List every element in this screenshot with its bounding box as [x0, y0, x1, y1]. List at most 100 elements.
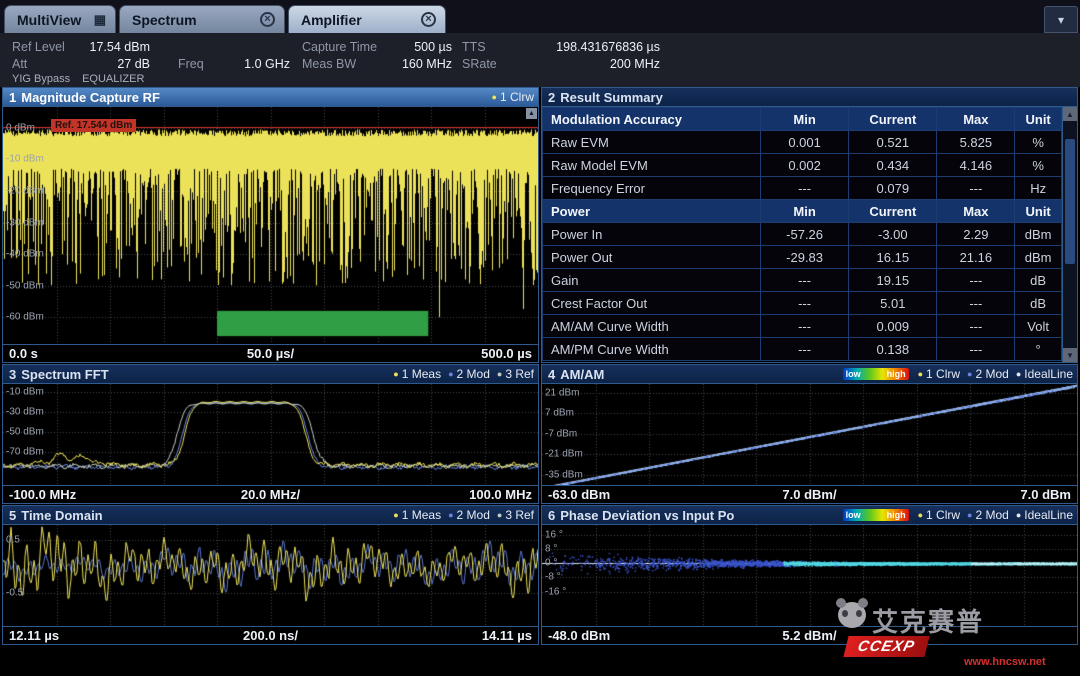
- setting-value[interactable]: 17.54 dBm: [90, 40, 150, 54]
- window-am-am[interactable]: 4 AM/AM lowhigh●1 Clrw●2 Mod●IdealLine 2…: [541, 364, 1078, 504]
- window-title: AM/AM: [560, 367, 604, 382]
- result-section-header-row: Modulation AccuracyMinCurrentMaxUnit: [543, 108, 1062, 131]
- x-axis: 0.0 s 50.0 µs/ 500.0 µs: [3, 344, 538, 362]
- gradient-high-label: high: [887, 370, 906, 379]
- ref-level-marker: Ref. 17.544 dBm: [51, 119, 136, 132]
- close-icon[interactable]: ×: [421, 12, 436, 27]
- legend-label: IdealLine: [1024, 367, 1073, 381]
- trace-dot-icon: ●: [967, 370, 972, 379]
- tab-bar: MultiView ▦ Spectrum × Amplifier × ▾: [0, 0, 1080, 33]
- window-time-domain[interactable]: 5 Time Domain ●1 Meas●2 Mod●3 Ref 0.5-0.…: [2, 505, 539, 645]
- window-number: 1: [9, 90, 16, 105]
- result-value-cell: 0.009: [849, 315, 937, 338]
- phase-scatter-canvas[interactable]: [542, 525, 1077, 626]
- hardware-status-labels: YIG Bypass EQUALIZER: [12, 73, 144, 85]
- result-value-cell: %: [1015, 131, 1062, 154]
- settings-group-capture: Capture Time 500 µs Meas BW 160 MHz: [302, 38, 452, 72]
- time-domain-plot-area[interactable]: 0.5-0.5: [3, 525, 538, 626]
- result-value-cell: ---: [937, 315, 1015, 338]
- tab-amplifier[interactable]: Amplifier ×: [288, 5, 446, 33]
- result-summary-table: Modulation AccuracyMinCurrentMaxUnit Raw …: [542, 107, 1062, 361]
- window-title-bar[interactable]: 5 Time Domain ●1 Meas●2 Mod●3 Ref: [3, 506, 538, 525]
- gradient-low-label: low: [846, 370, 861, 379]
- tab-multiview[interactable]: MultiView ▦: [4, 5, 116, 33]
- window-phase-deviation[interactable]: 6 Phase Deviation vs Input Po lowhigh●1 …: [541, 505, 1078, 645]
- scroll-up-icon[interactable]: ▲: [1063, 107, 1078, 121]
- window-title-bar[interactable]: 2 Result Summary: [542, 88, 1077, 107]
- legend-item: ●1 Meas: [393, 508, 441, 522]
- legend-item: ●2 Mod: [967, 508, 1009, 522]
- result-value-cell: ---: [937, 292, 1015, 315]
- window-number: 2: [548, 90, 555, 105]
- tab-overflow-button[interactable]: ▾: [1044, 6, 1078, 33]
- window-result-summary[interactable]: 2 Result Summary Modulation AccuracyMinC…: [541, 87, 1078, 363]
- column-header-cell: Min: [760, 200, 848, 223]
- window-title-bar[interactable]: 1 Magnitude Capture RF ●1 Clrw: [3, 88, 538, 107]
- multiview-grid-icon: ▦: [94, 12, 106, 28]
- legend-item: ●IdealLine: [1016, 508, 1073, 522]
- column-header-cell: Max: [937, 200, 1015, 223]
- setting-value[interactable]: 500 µs: [414, 40, 452, 54]
- legend-label: 1 Clrw: [926, 367, 960, 381]
- result-name-cell: Raw Model EVM: [543, 154, 761, 177]
- gradient-low-label: low: [846, 511, 861, 520]
- close-icon[interactable]: ×: [260, 12, 275, 27]
- window-magnitude-capture[interactable]: 1 Magnitude Capture RF ●1 Clrw 0 dBm-10 …: [2, 87, 539, 363]
- setting-meas-bw: Meas BW 160 MHz: [302, 55, 452, 72]
- window-title-bar[interactable]: 3 Spectrum FFT ●1 Meas●2 Mod●3 Ref: [3, 365, 538, 384]
- legend-item: ●1 Meas: [393, 367, 441, 381]
- amam-plot-area[interactable]: 21 dBm7 dBm-7 dBm-21 dBm-35 dBm: [542, 384, 1077, 485]
- window-title: Phase Deviation vs Input Po: [560, 508, 734, 523]
- setting-att: Att 27 dB: [12, 55, 150, 72]
- tab-spectrum[interactable]: Spectrum ×: [119, 5, 285, 33]
- setting-value[interactable]: 200 MHz: [610, 57, 660, 71]
- fft-plot-area[interactable]: -10 dBm-30 dBm-50 dBm-70 dBm: [3, 384, 538, 485]
- column-header-cell: Max: [937, 108, 1015, 131]
- legend-item: ●1 Clrw: [492, 90, 534, 104]
- window-title-bar[interactable]: 4 AM/AM lowhigh●1 Clrw●2 Mod●IdealLine: [542, 365, 1077, 384]
- result-value-cell: dB: [1015, 292, 1062, 315]
- x-axis-start: 0.0 s: [9, 346, 38, 361]
- trace-dot-icon: ●: [497, 370, 502, 379]
- chevron-down-icon: ▾: [1058, 13, 1064, 27]
- scroll-down-icon[interactable]: ▼: [1063, 348, 1078, 362]
- legend-label: 1 Clrw: [500, 90, 534, 104]
- result-value-cell: ---: [760, 269, 848, 292]
- column-header-cell: Unit: [1015, 108, 1062, 131]
- time-domain-canvas[interactable]: [3, 525, 538, 626]
- magnitude-trace-canvas[interactable]: [3, 107, 538, 344]
- column-header-cell: Min: [760, 108, 848, 131]
- phase-plot-area[interactable]: 16 °8 °0 °-8 °-16 °: [542, 525, 1077, 626]
- legend-item: ●1 Clrw: [918, 508, 960, 522]
- setting-value[interactable]: 160 MHz: [402, 57, 452, 71]
- window-title-bar[interactable]: 6 Phase Deviation vs Input Po lowhigh●1 …: [542, 506, 1077, 525]
- scroll-thumb[interactable]: [1065, 139, 1075, 264]
- result-row: Raw Model EVM0.0020.4344.146%: [543, 154, 1062, 177]
- result-row: Gain---19.15---dB: [543, 269, 1062, 292]
- scroll-track[interactable]: [1063, 121, 1077, 348]
- yig-bypass-label: YIG Bypass: [12, 73, 70, 85]
- result-value-cell: 0.434: [849, 154, 937, 177]
- setting-value[interactable]: 198.431676836 µs: [556, 40, 660, 54]
- result-value-cell: 5.01: [849, 292, 937, 315]
- scroll-up-icon[interactable]: ▲: [526, 108, 537, 119]
- setting-value[interactable]: 27 dB: [117, 57, 150, 71]
- x-axis-scale: 7.0 dBm/: [782, 487, 836, 502]
- result-row: Frequency Error---0.079---Hz: [543, 177, 1062, 200]
- window-spectrum-fft[interactable]: 3 Spectrum FFT ●1 Meas●2 Mod●3 Ref -10 d…: [2, 364, 539, 504]
- magnitude-plot-area[interactable]: 0 dBm-10 dBm-20 dBm-30 dBm-40 dBm-50 dBm…: [3, 107, 538, 344]
- x-axis-start: -100.0 MHz: [9, 487, 76, 502]
- window-title: Result Summary: [560, 90, 663, 105]
- result-value-cell: ---: [937, 177, 1015, 200]
- fft-trace-canvas[interactable]: [3, 384, 538, 485]
- amam-scatter-canvas[interactable]: [542, 384, 1077, 485]
- result-row: Power Out-29.8316.1521.16dBm: [543, 246, 1062, 269]
- result-row: AM/PM Curve Width---0.138---°: [543, 338, 1062, 361]
- result-value-cell: 0.079: [849, 177, 937, 200]
- result-value-cell: ---: [937, 269, 1015, 292]
- result-value-cell: -57.26: [760, 223, 848, 246]
- settings-group-level: Ref Level 17.54 dBm Att 27 dB: [12, 38, 150, 72]
- result-value-cell: 21.16: [937, 246, 1015, 269]
- scrollbar[interactable]: ▲ ▼: [1062, 107, 1077, 362]
- setting-value[interactable]: 1.0 GHz: [244, 57, 290, 71]
